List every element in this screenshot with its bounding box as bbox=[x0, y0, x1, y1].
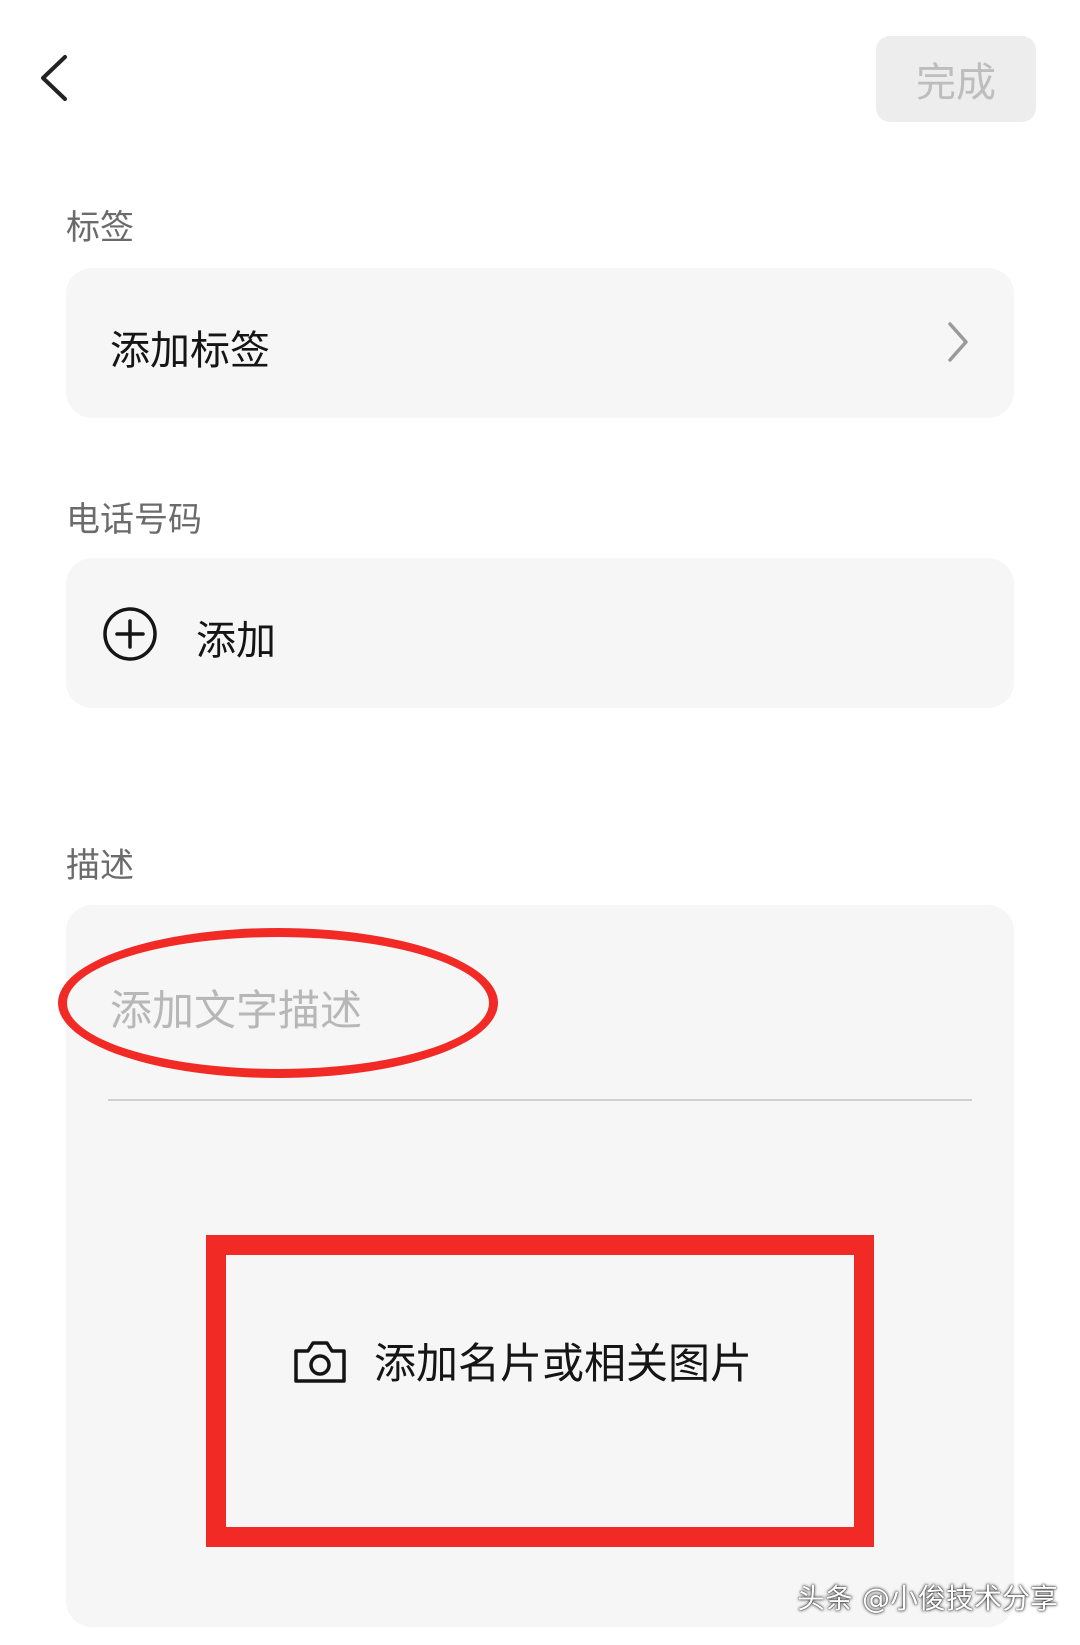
add-phone-row[interactable]: 添加 bbox=[66, 558, 1014, 708]
add-tag-row[interactable]: 添加标签 bbox=[66, 268, 1014, 418]
description-divider bbox=[108, 1099, 972, 1101]
add-image-label: 添加名片或相关图片 bbox=[374, 1339, 753, 1388]
camera-icon bbox=[294, 1340, 346, 1383]
annotation-rectangle bbox=[206, 1235, 874, 1547]
watermark: 头条 @小俊技术分享 bbox=[797, 1582, 1058, 1615]
phone-section-label: 电话号码 bbox=[66, 500, 202, 540]
add-phone-label: 添加 bbox=[196, 618, 276, 664]
plus-circle-icon bbox=[103, 607, 157, 661]
description-section-label: 描述 bbox=[66, 846, 134, 886]
add-tag-label: 添加标签 bbox=[110, 328, 270, 374]
back-arrow-icon bbox=[41, 55, 67, 101]
chevron-right-icon bbox=[948, 322, 968, 362]
tags-section-label: 标签 bbox=[66, 208, 134, 248]
done-button[interactable]: 完成 bbox=[876, 36, 1036, 122]
add-image-button[interactable]: 添加名片或相关图片 bbox=[292, 1330, 752, 1391]
back-button[interactable] bbox=[30, 50, 78, 106]
annotation-ellipse bbox=[58, 928, 498, 1078]
